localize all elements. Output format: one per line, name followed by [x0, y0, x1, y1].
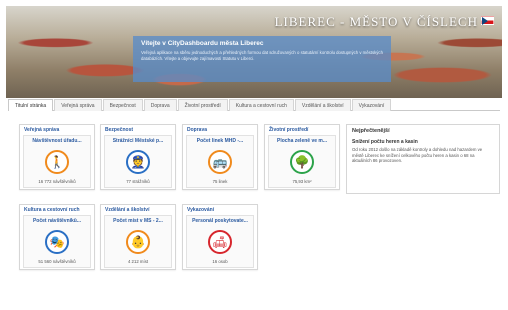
tab-bar: Titulní stránka Veřejná správa Bezpečnos… [8, 99, 500, 111]
tile-value: 75 linek [212, 179, 228, 184]
tile-value: 51 560 návštěvníků [38, 259, 76, 264]
most-read-title: Nejpřečtenější [352, 128, 390, 134]
tile-card[interactable]: Strážníci Městské p... 👮 77 strážníků [104, 135, 172, 188]
tile-heading: Počet linek MHD -... [196, 138, 244, 144]
tile-card[interactable]: Počet návštěvníků... 🎭 51 560 návštěvník… [23, 215, 91, 268]
tile-heading: Počet návštěvníků... [32, 218, 82, 224]
tile-doprava[interactable]: Doprava Počet linek MHD -... 🚌 75 linek [182, 124, 258, 190]
czech-flag-icon [481, 16, 494, 25]
children-icon: 👶 [126, 230, 150, 254]
tab-bezpecnost[interactable]: Bezpečnost [102, 99, 143, 111]
tile-card[interactable]: Plocha zeleně ve m... 🌳 75,93 km² [268, 135, 336, 188]
most-read-box: Nejpřečtenější Snížení počtu heren a kas… [346, 124, 500, 194]
bus-icon: 🚌 [208, 150, 232, 174]
tile-value: 75,93 km² [292, 179, 312, 184]
theater-masks-icon: 🎭 [45, 230, 69, 254]
welcome-text: Veřejná aplikace na sběru jednoduchých a… [141, 50, 383, 61]
walking-person-icon: 🚶 [45, 150, 69, 174]
tree-icon: 🌳 [290, 150, 314, 174]
welcome-box: Vítejte v CityDashboardu města Liberec V… [133, 36, 391, 82]
news-headline[interactable]: Snížení počtu heren a kasin [352, 139, 494, 145]
tab-zivotni-prostredi[interactable]: Životní prostředí [177, 99, 228, 111]
header-banner: LIBEREC - MĚSTO V ČÍSLECH Vítejte v City… [6, 6, 502, 98]
city-title: LIBEREC - MĚSTO V ČÍSLECH [274, 14, 478, 29]
tab-kultura[interactable]: Kultura a cestovní ruch [228, 99, 294, 111]
tile-card[interactable]: Počet míst v MŠ - 2... 👶 4 212 míst [104, 215, 172, 268]
welcome-title: Vítejte v CityDashboardu města Liberec [141, 40, 264, 47]
tile-card[interactable]: Personál poskytovate... 🛋 16 osob [186, 215, 254, 268]
tile-category: Bezpečnost [105, 127, 134, 133]
tab-doprava[interactable]: Doprava [143, 99, 177, 111]
tile-value: 16 osob [212, 259, 228, 264]
tile-category: Vykazování [187, 207, 215, 213]
tile-heading: Strážníci Městské p... [112, 138, 164, 144]
tile-category: Veřejná správa [24, 127, 60, 133]
tile-value: 77 strážníků [126, 179, 150, 184]
tab-vzdelani[interactable]: Vzdělání a školství [294, 99, 351, 111]
tile-category: Vzdělání a školství [105, 207, 150, 213]
tile-verejna-sprava[interactable]: Veřejná správa Návštěvnost úřadu... 🚶 16… [19, 124, 95, 190]
tile-vykazovani[interactable]: Vykazování Personál poskytovate... 🛋 16 … [182, 204, 258, 270]
tile-category: Kultura a cestovní ruch [24, 207, 80, 213]
tab-titulni-stranka[interactable]: Titulní stránka [8, 99, 54, 111]
tile-zivotni-prostredi[interactable]: Životní prostředí Plocha zeleně ve m... … [264, 124, 340, 190]
tile-card[interactable]: Počet linek MHD -... 🚌 75 linek [186, 135, 254, 188]
tile-value: 16 772 návštěvníků [38, 179, 76, 184]
tile-heading: Návštěvnost úřadu... [32, 138, 82, 144]
tile-category: Životní prostředí [269, 127, 309, 133]
tile-card[interactable]: Návštěvnost úřadu... 🚶 16 772 návštěvník… [23, 135, 91, 188]
tile-category: Doprava [187, 127, 208, 133]
tile-kultura[interactable]: Kultura a cestovní ruch Počet návštěvník… [19, 204, 95, 270]
tab-vykazovani[interactable]: Vykazování [351, 99, 392, 111]
tile-bezpecnost[interactable]: Bezpečnost Strážníci Městské p... 👮 77 s… [100, 124, 176, 190]
tile-value: 4 212 míst [127, 259, 149, 264]
tab-verejna-sprava[interactable]: Veřejná správa [54, 99, 102, 111]
armchair-icon: 🛋 [208, 230, 232, 254]
tile-heading: Plocha zeleně ve m... [276, 138, 328, 144]
police-officer-icon: 👮 [126, 150, 150, 174]
tile-vzdelani[interactable]: Vzdělání a školství Počet míst v MŠ - 2.… [100, 204, 176, 270]
tile-heading: Počet míst v MŠ - 2... [113, 218, 163, 224]
tile-heading: Personál poskytovate... [192, 218, 248, 224]
news-text: Od roku 2012 došlo na základě kontroly a… [352, 147, 483, 164]
